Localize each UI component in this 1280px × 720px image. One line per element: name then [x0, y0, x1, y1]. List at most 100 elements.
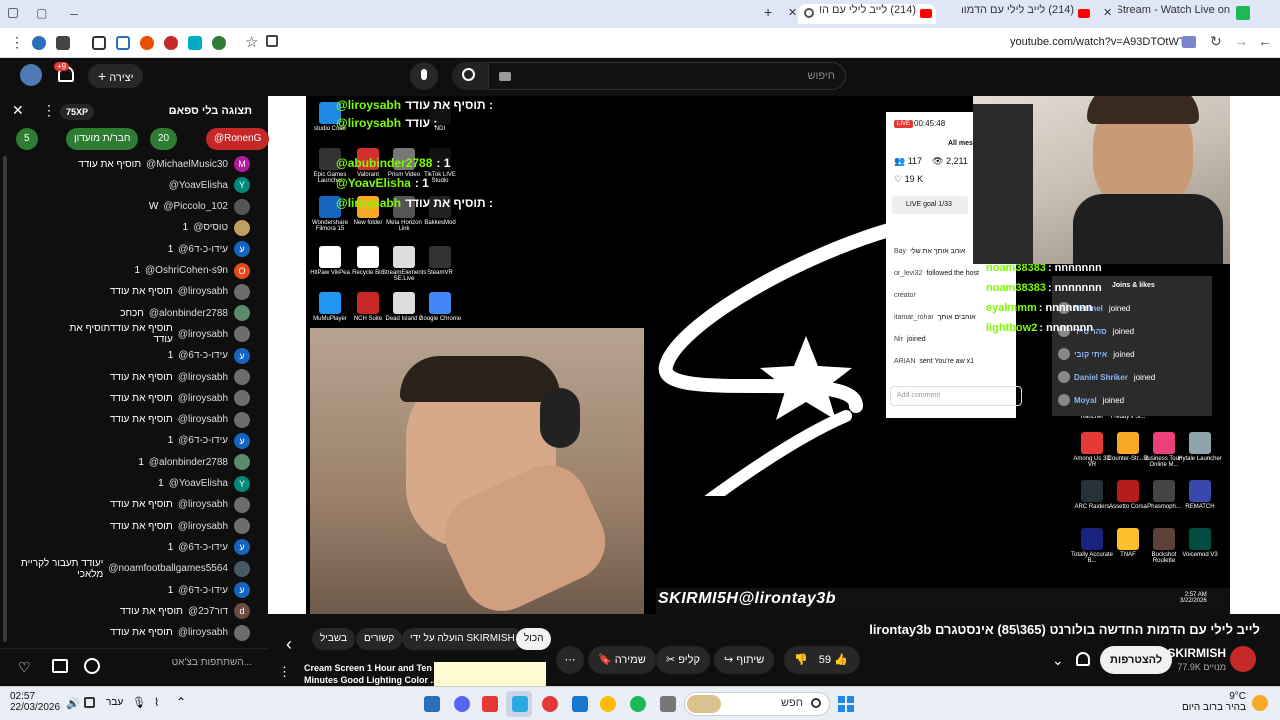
add-comment-input[interactable]: Add comment [890, 386, 1022, 406]
chat-username[interactable]: @עידו-כ-ד6 [178, 435, 228, 446]
taskbar-discord-icon[interactable] [454, 696, 470, 712]
taskbar-chrome-icon[interactable] [600, 696, 616, 712]
taskbar-telegram-icon[interactable] [512, 696, 528, 712]
chat-username[interactable]: @דור7כ2 [188, 606, 228, 617]
extension-icon[interactable] [188, 36, 202, 50]
chat-chip-ronen[interactable]: @RonenG [206, 128, 270, 150]
chat-avatar[interactable]: ע [234, 582, 250, 598]
join-button[interactable]: להצטרפות [1100, 646, 1173, 674]
desktop-icon[interactable]: Google Chrome [418, 292, 462, 322]
voice-search-button[interactable] [410, 62, 438, 90]
close-chat-icon[interactable]: ✕ [12, 102, 24, 119]
create-button[interactable]: + יצירה [88, 64, 144, 88]
minimize-icon[interactable]: – [70, 5, 78, 21]
chat-chip-member[interactable]: חבר/ת מועדון [66, 128, 139, 150]
chat-username[interactable]: @עידו-כ-ד6 [178, 542, 228, 553]
chat-chip-5[interactable]: 5 [16, 128, 38, 150]
chat-mode-selector[interactable]: תצוגה בלי ספאם [169, 105, 252, 117]
filter-chip-uploaded-by[interactable]: הועלה על ידי SKIRMISH [402, 628, 523, 650]
chat-username[interactable]: @lirоysabh [178, 627, 228, 638]
search-input[interactable]: חיפוש [488, 62, 846, 90]
tab-youtube-active[interactable]: (214) לייב לילי עם הדמות ה [820, 4, 916, 24]
desktop-icon[interactable]: Hytale Launcher [1178, 432, 1222, 462]
chat-username[interactable]: @noamfootballgames5564 [108, 563, 228, 574]
chat-avatar[interactable] [234, 454, 250, 471]
taskbar-app-icon[interactable] [542, 696, 558, 712]
taskbar-spotify-icon[interactable] [630, 696, 646, 712]
chat-avatar[interactable] [234, 219, 250, 236]
chat-avatar[interactable] [234, 624, 250, 641]
keyboard-icon[interactable] [499, 72, 511, 81]
taskbar-taskview-icon[interactable] [660, 696, 676, 712]
save-button[interactable]: 🔖 שמירה [588, 646, 656, 674]
emoji-icon[interactable] [84, 658, 100, 674]
chat-username[interactable]: @YoavElisha [169, 180, 228, 191]
volume-icon[interactable]: 🔊 [66, 697, 80, 710]
tab-search-icon[interactable] [266, 35, 278, 47]
chat-avatar[interactable] [234, 326, 250, 343]
chat-input[interactable]: השתתפות בצ'אט... [110, 657, 256, 677]
tab-youtube-2[interactable]: (214) לייב לילי עם הדמות החדש [962, 4, 1074, 24]
chat-username[interactable]: @lirоysabh [178, 372, 228, 383]
taskbar-search[interactable]: חפש [684, 692, 830, 716]
tiktok-user[interactable]: itamar_rohar [894, 314, 934, 321]
chat-username[interactable]: @עידו-כ-ד6 [178, 585, 228, 596]
filter-chip-related[interactable]: קשורים [356, 628, 403, 650]
extension-icon[interactable] [116, 36, 130, 50]
chat-username[interactable]: @lirоysabh [178, 286, 228, 297]
tiktok-user[interactable]: or_levi32 [894, 270, 922, 277]
microphone-icon[interactable]: 🎙 [132, 696, 146, 709]
chat-username[interactable]: @lirоysabh [178, 393, 228, 404]
chat-username[interactable]: @YoavElisha [169, 478, 228, 489]
account-avatar[interactable] [20, 64, 42, 86]
chat-username[interactable]: @alonbinder2788 [149, 308, 228, 319]
desktop-icon[interactable]: Voicemod V3 [1178, 528, 1222, 558]
tiktok-user[interactable]: creator [894, 292, 916, 299]
chat-username[interactable]: @עידו-כ-ד6 [178, 350, 228, 361]
menu-dots-icon[interactable]: ⋮ [10, 34, 24, 51]
extension-icon[interactable] [56, 36, 70, 50]
channel-avatar[interactable] [1230, 646, 1256, 672]
suggested-video-title[interactable]: Cream Screen 1 Hour and Ten Minutes Good… [304, 662, 446, 686]
chat-username[interactable]: @lirоysabh [178, 414, 228, 425]
chat-avatar[interactable] [234, 369, 250, 385]
chat-avatar[interactable]: O [234, 262, 250, 279]
notification-bell-icon[interactable] [1076, 652, 1090, 666]
suggested-video-thumbnail[interactable] [434, 662, 546, 686]
chat-avatar[interactable]: ע [234, 241, 250, 258]
chat-username[interactable]: @lirоysabh [178, 329, 228, 340]
super-chat-icon[interactable] [52, 659, 68, 673]
chat-avatar[interactable] [234, 305, 250, 322]
chat-avatar[interactable]: ע [234, 347, 250, 364]
chat-avatar[interactable]: Y [234, 475, 250, 492]
chat-avatar[interactable] [234, 496, 250, 513]
taskbar-grid-icon[interactable] [572, 696, 588, 712]
close-tab-icon[interactable]: ✕ [1103, 6, 1112, 19]
forward-icon[interactable]: → [1234, 33, 1248, 49]
tiktok-user[interactable]: Nir [894, 336, 903, 343]
profile-icon[interactable] [32, 36, 46, 50]
extension-icon[interactable] [140, 36, 154, 50]
close-tab-icon[interactable]: ✕ [788, 6, 797, 19]
tray-chevron-up-icon[interactable]: ⌃ [176, 695, 186, 709]
chat-avatar[interactable]: ע [234, 539, 250, 556]
chat-username[interactable]: @OshriCohen-s9n [145, 265, 228, 276]
chat-username[interactable]: @alonbinder2788 [149, 457, 228, 468]
taskbar-steam-icon[interactable] [424, 696, 440, 712]
tiktok-user[interactable]: Bay [894, 248, 906, 255]
site-info-icon[interactable] [1182, 36, 1196, 48]
share-button[interactable]: ↪ שיתוף [714, 646, 775, 674]
chat-avatar[interactable] [234, 518, 250, 535]
desktop-icon[interactable]: SteamVR [418, 246, 462, 276]
chevron-left-icon[interactable]: ‹ [286, 634, 292, 655]
chat-avatar[interactable] [234, 390, 250, 407]
chat-avatar[interactable] [234, 283, 250, 300]
chevron-down-icon[interactable]: ⌄ [1052, 652, 1064, 669]
chat-menu-icon[interactable]: ⋮ [42, 102, 56, 119]
chat-avatar[interactable]: ע [234, 432, 250, 449]
more-options-icon[interactable]: ⋮ [278, 664, 291, 680]
channel-name[interactable]: SKIRMISH [1167, 646, 1226, 660]
filter-chip-all[interactable]: הכול [516, 628, 552, 650]
filter-chip-for-you[interactable]: בשביל [312, 628, 355, 650]
chat-avatar[interactable]: M [234, 156, 250, 172]
